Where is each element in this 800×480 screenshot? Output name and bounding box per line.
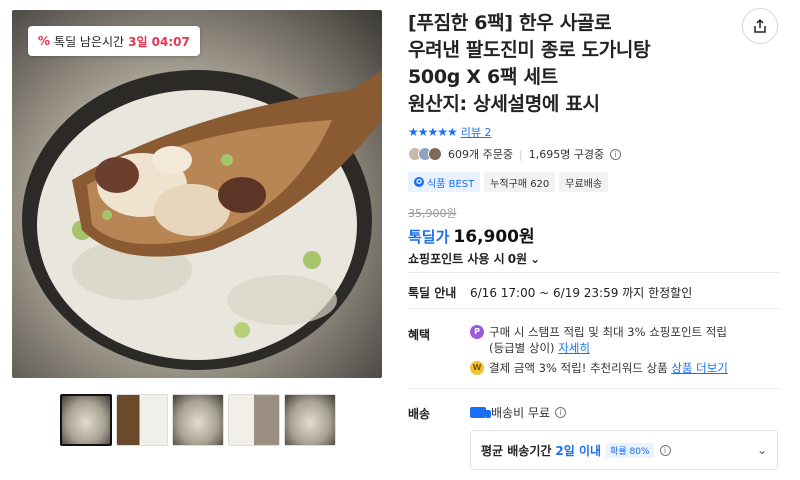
benefit-1-sub: (등급별 상이) (489, 341, 555, 355)
benefit-item-2: W 결제 금액 3% 적립! 추천리워드 상품 상품 더보기 (470, 360, 770, 376)
title-line-3: 500g X 6팩 세트 (408, 66, 558, 88)
points-dropdown[interactable]: 쇼핑포인트 사용 시 0원 ⌄ (408, 250, 540, 267)
deal-price: 16,900원 (453, 227, 535, 247)
viewers-count: 1,695명 구경중 (528, 148, 605, 161)
benefit-item-1: P 구매 시 스탬프 적립 및 최대 3% 쇼핑포인트 적립 (등급별 상이) … (470, 324, 770, 356)
benefits-label: 혜택 (408, 328, 431, 342)
badge-text: 식품 BEST (427, 178, 475, 190)
avg-delivery-value: 2일 이내 (555, 443, 602, 458)
divider (408, 308, 780, 309)
timer-value: 3일 04:07 (128, 34, 190, 49)
reward-coin-icon: W (470, 361, 484, 375)
share-button[interactable] (742, 8, 778, 44)
probability-chip: 확률 80% (606, 442, 654, 458)
info-icon[interactable]: i (610, 148, 622, 160)
divider (408, 272, 780, 273)
orders-count: 609개 주문중 (448, 148, 513, 161)
chevron-down-icon: ⌄ (756, 443, 767, 457)
avg-delivery-label: 평균 배송기간 (481, 443, 552, 458)
main-product-image: % 톡딜 남은시간 3일 04:07 (12, 10, 382, 378)
deal-price-label: 톡딜가 (408, 228, 450, 246)
shipping-fee-text: 배송비 무료 (491, 406, 551, 420)
info-icon[interactable]: i (555, 407, 567, 418)
timer-label: 톡딜 남은시간 (54, 34, 125, 49)
share-icon (754, 18, 766, 33)
thumbnail-3[interactable] (172, 394, 224, 446)
best-icon: ✪ (414, 177, 424, 187)
point-coin-icon: P (470, 325, 484, 339)
star-rating-icon: ★★★★★ (408, 125, 458, 139)
badge-list: ✪ 식품 BEST 누적구매 620 무료배송 (408, 172, 609, 192)
benefit-1-text: 구매 시 스탬프 적립 및 최대 3% 쇼핑포인트 적립 (489, 325, 727, 339)
benefit-detail-link[interactable]: 자세히 (558, 341, 590, 355)
benefit-2-text: 결제 금액 3% 적립! 추천리워드 상품 (489, 361, 668, 375)
price-row: 톡딜가 16,900원 (408, 222, 535, 247)
badge-free-shipping: 무료배송 (559, 172, 609, 192)
title-line-1: [푸짐한 6팩] 한우 사골로 (408, 12, 612, 34)
badge-cumulative: 누적구매 620 (484, 172, 556, 192)
thumbnail-4[interactable] (228, 394, 280, 446)
percent-icon: % (38, 34, 51, 48)
title-line-2: 우려낸 팔도진미 종로 도가니탕 (408, 39, 651, 61)
title-line-4: 원산지: 상세설명에 표시 (408, 93, 600, 115)
soup-illustration (22, 70, 382, 370)
truck-icon (470, 407, 491, 418)
thumbnail-strip (60, 394, 336, 446)
deal-info-label: 톡딜 안내 (408, 286, 457, 300)
original-price: 35,900원 (408, 207, 457, 220)
more-products-link[interactable]: 상품 더보기 (671, 361, 728, 375)
divider (408, 388, 780, 389)
points-label: 쇼핑포인트 사용 시 (408, 252, 505, 266)
buyer-avatars (408, 147, 442, 161)
deal-period: 6/16 17:00 ~ 6/19 23:59 까지 한정할인 (470, 286, 693, 300)
divider-bar: | (518, 147, 523, 161)
delivery-estimate-dropdown[interactable]: 평균 배송기간 2일 이내 확률 80% i ⌄ (470, 430, 778, 470)
shipping-label: 배송 (408, 407, 431, 421)
product-title: [푸짐한 6팩] 한우 사골로 우려낸 팔도진미 종로 도가니탕 500g X … (408, 10, 728, 118)
rating-row: ★★★★★ 리뷰 2 (408, 124, 492, 140)
thumbnail-1[interactable] (60, 394, 112, 446)
chevron-down-icon: ⌄ (530, 251, 541, 266)
info-icon[interactable]: i (659, 444, 671, 456)
deal-timer: % 톡딜 남은시간 3일 04:07 (28, 26, 200, 56)
shipping-fee: 배송비 무료 i (470, 404, 567, 421)
thumbnail-2[interactable] (116, 394, 168, 446)
review-link[interactable]: 리뷰 2 (461, 124, 492, 140)
stats-row: 609개 주문중 | 1,695명 구경중 i (408, 146, 622, 162)
points-value: 0원 (507, 252, 528, 266)
badge-food-best: ✪ 식품 BEST (408, 172, 481, 192)
thumbnail-5[interactable] (284, 394, 336, 446)
